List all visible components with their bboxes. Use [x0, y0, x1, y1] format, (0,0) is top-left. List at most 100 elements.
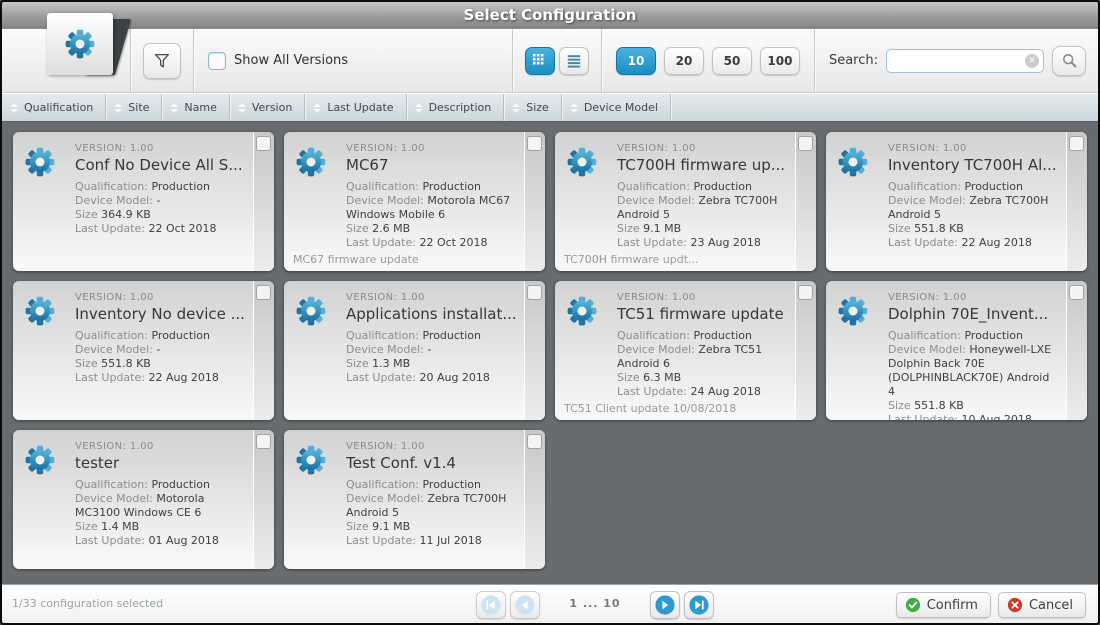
card-title: Dolphin 70E_Invent...: [888, 305, 1059, 323]
card-select-checkbox[interactable]: [1069, 136, 1084, 151]
toolbar-separator: [130, 29, 131, 92]
card-qualification: Qualification: Production: [346, 180, 517, 194]
page-size-button[interactable]: 20: [664, 47, 704, 75]
filter-button[interactable]: [143, 43, 181, 79]
card-version: VERSION: 1.00: [346, 292, 517, 303]
sort-arrows-icon[interactable]: [10, 103, 18, 113]
configuration-card[interactable]: VERSION: 1.00 Test Conf. v1.4 Qualificat…: [284, 430, 545, 569]
card-title: Conf No Device All S...: [75, 156, 246, 174]
configuration-card[interactable]: VERSION: 1.00 TC700H firmware up... Qual…: [555, 132, 816, 271]
card-version: VERSION: 1.00: [346, 143, 517, 154]
card-description: MC67 firmware update: [293, 253, 519, 266]
card-description: TC51 Client update 10/08/2018: [564, 402, 790, 415]
toolbar: Show All Versions: [2, 29, 1098, 93]
card-select-checkbox[interactable]: [798, 285, 813, 300]
card-device-model: Device Model: Zebra TC51 Android 6: [617, 343, 788, 371]
last-page-button[interactable]: [684, 591, 714, 619]
previous-page-button[interactable]: [510, 591, 540, 619]
card-last-update: Last Update: 11 Jul 2018: [346, 534, 517, 548]
card-select-checkbox[interactable]: [527, 285, 542, 300]
card-side-strip: [524, 281, 545, 420]
next-page-icon: [654, 594, 676, 616]
configuration-gear-icon: [25, 147, 55, 181]
configuration-card[interactable]: VERSION: 1.00 tester Qualification: Prod…: [13, 430, 274, 569]
cancel-x-icon: [1007, 597, 1023, 613]
page-size-label: 10: [628, 54, 645, 68]
card-title: Inventory No device ...: [75, 305, 246, 323]
sort-arrows-icon[interactable]: [114, 103, 122, 113]
view-toggle-group: [523, 47, 591, 75]
dialog-title: Select Configuration: [464, 6, 637, 24]
confirm-label: Confirm: [927, 598, 978, 613]
card-select-checkbox[interactable]: [256, 285, 271, 300]
column-label: Size: [526, 101, 549, 114]
column-header[interactable]: Description: [407, 94, 505, 121]
page-indicator: 1 ... 10: [560, 597, 630, 610]
dialog-actions: Confirm Cancel: [896, 592, 1086, 618]
card-description: TC700H firmware updt...: [564, 253, 790, 266]
grid-view-button[interactable]: [525, 47, 555, 75]
confirm-button[interactable]: Confirm: [896, 592, 991, 618]
funnel-icon: [152, 51, 172, 71]
configuration-card[interactable]: VERSION: 1.00 TC51 firmware update Quali…: [555, 281, 816, 420]
card-body: VERSION: 1.00 Conf No Device All S... Qu…: [75, 143, 246, 236]
card-last-update: Last Update: 01 Aug 2018: [75, 534, 246, 548]
cancel-button[interactable]: Cancel: [998, 592, 1086, 618]
column-header[interactable]: Device Model: [562, 94, 671, 121]
configuration-card[interactable]: VERSION: 1.00 MC67 Qualification: Produc…: [284, 132, 545, 271]
configuration-card[interactable]: VERSION: 1.00 Inventory TC700H Al... Qua…: [826, 132, 1087, 271]
column-header[interactable]: Size: [504, 94, 562, 121]
card-side-strip: [795, 281, 816, 420]
first-page-button[interactable]: [476, 591, 506, 619]
clear-search-icon[interactable]: ✕: [1025, 54, 1039, 68]
sort-arrows-icon[interactable]: [238, 103, 246, 113]
card-last-update: Last Update: 10 Aug 2018: [888, 413, 1059, 420]
card-size: Size 9.1 MB: [617, 222, 788, 236]
configuration-card[interactable]: VERSION: 1.00 Applications installat... …: [284, 281, 545, 420]
search-button[interactable]: [1052, 46, 1086, 76]
card-select-checkbox[interactable]: [1069, 285, 1084, 300]
card-select-checkbox[interactable]: [256, 136, 271, 151]
card-select-checkbox[interactable]: [798, 136, 813, 151]
sort-arrows-icon[interactable]: [170, 103, 178, 113]
card-body: VERSION: 1.00 tester Qualification: Prod…: [75, 441, 246, 548]
column-header[interactable]: Site: [106, 94, 162, 121]
column-header[interactable]: Qualification: [2, 94, 106, 121]
main-area: VERSION: 1.00 Conf No Device All S... Qu…: [2, 122, 1098, 584]
card-last-update: Last Update: 22 Aug 2018: [888, 236, 1059, 250]
configuration-card[interactable]: VERSION: 1.00 Conf No Device All S... Qu…: [13, 132, 274, 271]
column-header[interactable]: Last Update: [305, 94, 406, 121]
column-header-row: Qualification Site Name Version Last Upd…: [2, 93, 1098, 122]
page-size-label: 100: [767, 54, 792, 68]
list-view-icon: [566, 53, 582, 69]
search-input[interactable]: [886, 49, 1044, 73]
card-select-checkbox[interactable]: [527, 136, 542, 151]
first-page-icon: [480, 594, 502, 616]
magnifier-icon: [1061, 52, 1078, 69]
column-header[interactable]: Name: [162, 94, 229, 121]
card-select-checkbox[interactable]: [256, 434, 271, 449]
sort-arrows-icon[interactable]: [512, 103, 520, 113]
configuration-card[interactable]: VERSION: 1.00 Dolphin 70E_Invent... Qual…: [826, 281, 1087, 420]
card-device-model: Device Model: Zebra TC700H Android 5: [617, 194, 788, 222]
configuration-card[interactable]: VERSION: 1.00 Inventory No device ... Qu…: [13, 281, 274, 420]
card-size: Size 551.8 KB: [75, 357, 246, 371]
card-device-model: Device Model: Motorola MC3100 Windows CE…: [75, 492, 246, 520]
sort-arrows-icon[interactable]: [415, 103, 423, 113]
page-size-button[interactable]: 50: [712, 47, 752, 75]
column-header[interactable]: Version: [230, 94, 305, 121]
column-label: Device Model: [584, 101, 658, 114]
page-size-button[interactable]: 100: [760, 47, 800, 75]
list-view-button[interactable]: [559, 47, 589, 75]
sort-arrows-icon[interactable]: [313, 103, 321, 113]
card-version: VERSION: 1.00: [75, 143, 246, 154]
column-label: Name: [184, 101, 216, 114]
page-size-button[interactable]: 10: [616, 47, 656, 75]
card-side-strip: [1066, 132, 1087, 271]
configuration-gear-icon: [567, 296, 597, 330]
card-select-checkbox[interactable]: [527, 434, 542, 449]
next-page-button[interactable]: [650, 591, 680, 619]
show-all-versions-checkbox[interactable]: [208, 52, 226, 70]
sort-arrows-icon[interactable]: [570, 103, 578, 113]
card-title: Inventory TC700H Al...: [888, 156, 1059, 174]
